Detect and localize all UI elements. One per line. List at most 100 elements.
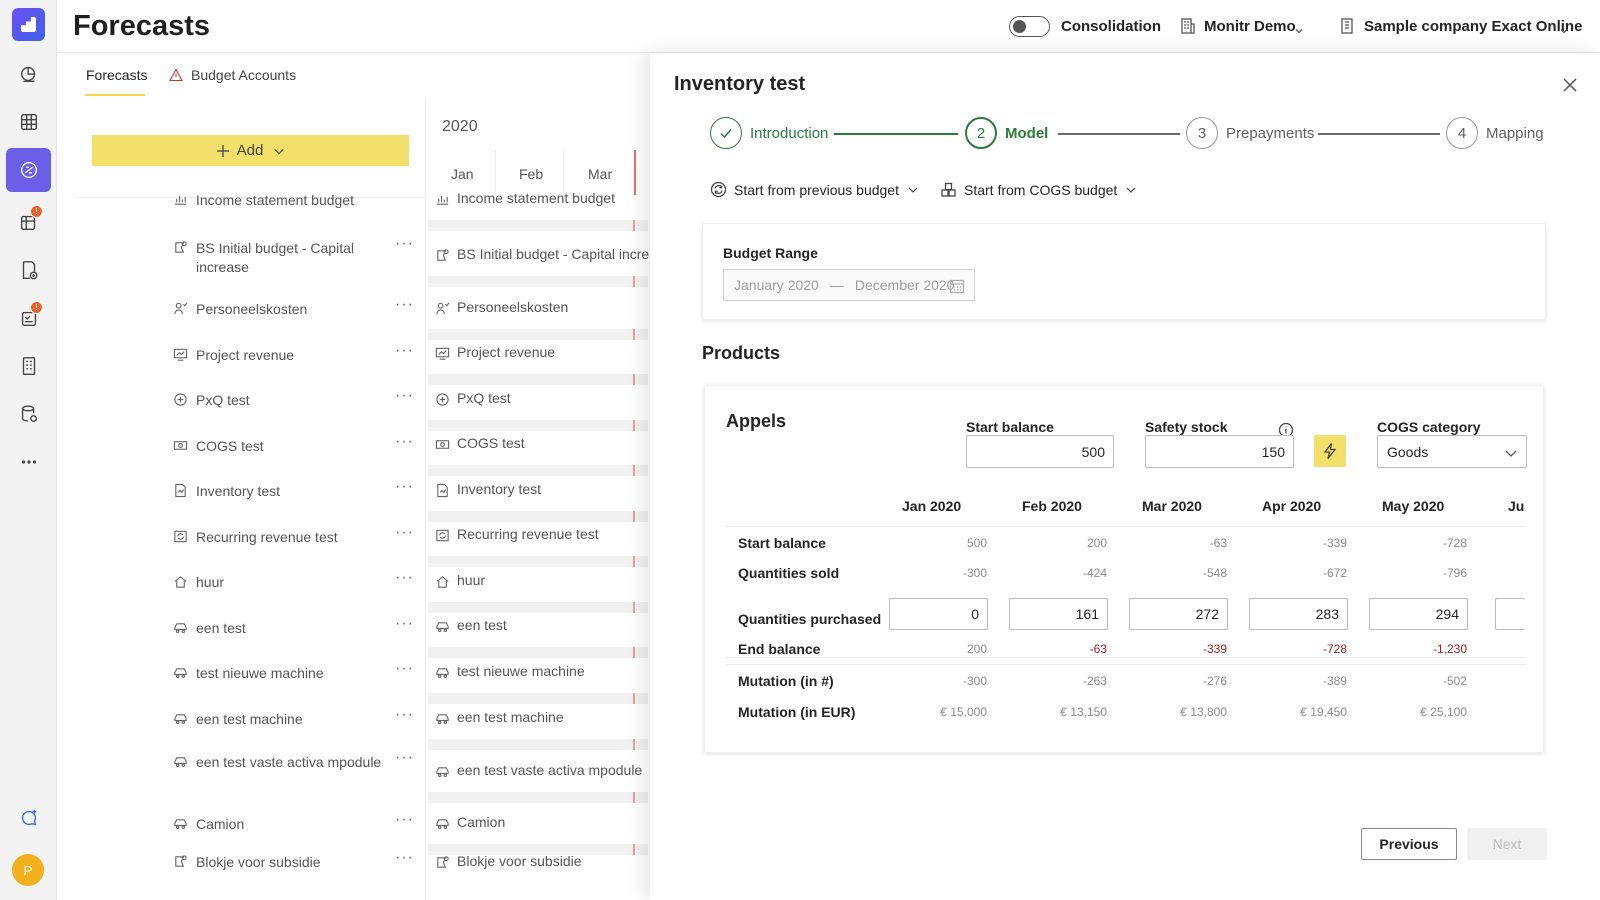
more-options-icon[interactable]: ··· bbox=[395, 296, 414, 314]
chat-sparkle-icon[interactable] bbox=[6, 796, 51, 840]
more-options-icon[interactable]: ··· bbox=[395, 849, 414, 867]
more-options-icon[interactable]: ··· bbox=[395, 433, 414, 451]
grid-row-label: een test bbox=[457, 617, 507, 633]
table-cell: -1,230 bbox=[1432, 642, 1467, 656]
step-connector bbox=[1318, 133, 1440, 135]
forecast-type-icon bbox=[173, 754, 189, 770]
grid-icon[interactable] bbox=[6, 100, 51, 144]
table-cell: 200 bbox=[1086, 536, 1107, 550]
company-selector[interactable]: Sample company Exact Online bbox=[1364, 18, 1582, 35]
start-balance-label: Start balance bbox=[966, 419, 1054, 435]
forecast-type-icon bbox=[435, 346, 451, 362]
forecast-type-icon bbox=[435, 574, 451, 590]
table-cell: -339 bbox=[1322, 536, 1347, 550]
add-button[interactable]: Add bbox=[92, 135, 409, 166]
quantity-purchased-input[interactable]: 0 bbox=[889, 598, 988, 630]
dashboard-icon[interactable] bbox=[6, 52, 51, 96]
forecast-icon[interactable] bbox=[6, 148, 51, 192]
month-header: Ju bbox=[1508, 498, 1525, 514]
building-icon[interactable] bbox=[6, 344, 51, 388]
quantity-purchased-input[interactable]: 161 bbox=[1009, 598, 1108, 630]
more-icon[interactable] bbox=[6, 440, 51, 484]
grid-row-label: BS Initial budget - Capital increa bbox=[457, 246, 657, 262]
cogs-category-select[interactable]: Goods bbox=[1377, 435, 1527, 468]
table-cell: 200 bbox=[966, 642, 987, 656]
more-options-icon[interactable]: ··· bbox=[395, 615, 414, 633]
more-options-icon[interactable]: ··· bbox=[395, 660, 414, 678]
more-options-icon[interactable]: ··· bbox=[395, 811, 414, 829]
forecast-type-icon bbox=[435, 437, 451, 453]
quantity-purchased-input[interactable]: 272 bbox=[1129, 598, 1228, 630]
start-balance-input[interactable]: 500 bbox=[966, 435, 1114, 468]
organization-selector[interactable]: Monitr Demo bbox=[1204, 18, 1296, 35]
start-from-cogs-budget-button[interactable]: Start from COGS budget bbox=[940, 181, 1136, 198]
forecast-type-icon bbox=[435, 764, 451, 780]
grid-row-label: Project revenue bbox=[457, 344, 556, 360]
cogs-category-label: COGS category bbox=[1377, 419, 1481, 435]
divider bbox=[563, 150, 564, 195]
previous-button[interactable]: Previous bbox=[1361, 828, 1457, 860]
table-cell: -672 bbox=[1322, 566, 1347, 580]
grid-row-separator bbox=[428, 602, 648, 613]
step-connector bbox=[1058, 133, 1180, 135]
app-logo-icon[interactable] bbox=[12, 8, 45, 41]
forecast-type-icon bbox=[435, 711, 451, 727]
budget-range-card: Budget Range January 2020 — December 202… bbox=[702, 223, 1546, 320]
list-item-label: BS Initial budget - Capital increase bbox=[196, 240, 354, 275]
plus-icon bbox=[216, 144, 229, 157]
more-options-icon[interactable]: ··· bbox=[395, 342, 414, 360]
start-from-previous-budget-button[interactable]: Start from previous budget bbox=[710, 181, 918, 198]
start-from-previous-budget-label: Start from previous budget bbox=[734, 181, 899, 198]
quantity-purchased-input[interactable] bbox=[1495, 598, 1525, 630]
grid-row-separator bbox=[428, 374, 648, 385]
avatar[interactable]: P bbox=[12, 854, 44, 886]
table-cell: -548 bbox=[1202, 566, 1227, 580]
forecast-type-icon bbox=[173, 392, 189, 408]
grid-row-label: PxQ test bbox=[457, 390, 511, 406]
step-model[interactable]: 2 Model bbox=[965, 117, 1048, 149]
database-icon[interactable] bbox=[6, 392, 51, 436]
forecast-type-icon bbox=[173, 574, 189, 590]
more-options-icon[interactable]: ··· bbox=[395, 749, 414, 767]
close-icon[interactable] bbox=[1562, 77, 1578, 93]
grid-month-header: Mar bbox=[588, 166, 613, 182]
forecast-type-icon bbox=[435, 816, 451, 832]
more-options-icon[interactable]: ··· bbox=[395, 706, 414, 724]
report-add-icon[interactable] bbox=[6, 248, 51, 292]
chevron-down-icon[interactable] bbox=[1560, 22, 1568, 34]
forecast-type-icon bbox=[435, 192, 451, 208]
next-button[interactable]: Next bbox=[1467, 828, 1547, 860]
quantity-purchased-input[interactable]: 283 bbox=[1249, 598, 1348, 630]
more-options-icon[interactable]: ··· bbox=[395, 235, 414, 253]
lightning-icon[interactable] bbox=[1314, 435, 1346, 467]
chevron-down-icon[interactable] bbox=[1295, 22, 1303, 34]
step-label: Mapping bbox=[1486, 124, 1544, 142]
more-options-icon[interactable]: ··· bbox=[395, 387, 414, 405]
grid-row-separator bbox=[428, 276, 648, 287]
safety-stock-label: Safety stock bbox=[1145, 419, 1228, 435]
list-item-label: huur bbox=[196, 574, 225, 590]
step-mapping[interactable]: 4 Mapping bbox=[1446, 117, 1544, 149]
cogs-category-value: Goods bbox=[1387, 443, 1429, 460]
step-prepayments[interactable]: 3 Prepayments bbox=[1186, 117, 1314, 149]
budget-sheet-icon[interactable]: ! bbox=[6, 200, 51, 244]
safety-stock-input[interactable]: 150 bbox=[1145, 435, 1294, 468]
more-options-icon[interactable]: ··· bbox=[395, 478, 414, 496]
tab-budget-accounts[interactable]: Budget Accounts bbox=[191, 67, 296, 83]
forecast-type-icon bbox=[435, 301, 451, 317]
more-options-icon[interactable]: ··· bbox=[395, 524, 414, 542]
company-icon bbox=[1338, 17, 1356, 35]
consolidation-toggle[interactable] bbox=[1009, 16, 1050, 37]
tasks-icon[interactable]: ! bbox=[6, 296, 51, 340]
step-label: Model bbox=[1005, 124, 1049, 142]
grid-row-separator bbox=[428, 511, 648, 522]
tab-forecasts[interactable]: Forecasts bbox=[86, 67, 147, 83]
grid-row-separator bbox=[428, 220, 648, 231]
budget-range-input[interactable]: January 2020 — December 2020 bbox=[723, 269, 975, 301]
more-options-icon[interactable]: ··· bbox=[395, 569, 414, 587]
grid-row-label: COGS test bbox=[457, 435, 525, 451]
add-button-label: Add bbox=[236, 142, 264, 159]
quantity-purchased-input[interactable]: 294 bbox=[1369, 598, 1468, 630]
step-introduction[interactable]: Introduction bbox=[710, 117, 828, 149]
grid-row-label: Blokje voor subsidie bbox=[457, 853, 582, 869]
